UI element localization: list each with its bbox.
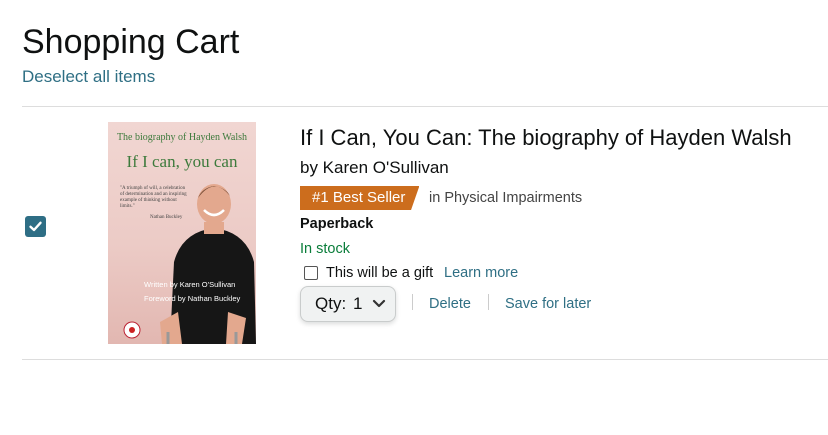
gift-label: This will be a gift — [326, 265, 434, 281]
cover-subtitle: The biography of Hayden Walsh — [116, 132, 248, 143]
chevron-down-icon — [372, 299, 386, 308]
gift-learn-more-link[interactable]: Learn more — [444, 264, 518, 282]
divider-top — [22, 106, 828, 107]
cover-foreword-by: Foreword by Nathan Buckley — [144, 294, 241, 303]
action-separator — [412, 294, 413, 310]
item-title-link[interactable]: If I Can, You Can: The biography of Hayd… — [300, 124, 792, 152]
save-for-later-button[interactable]: Save for later — [505, 295, 591, 313]
page-title: Shopping Cart — [22, 23, 240, 61]
delete-button[interactable]: Delete — [429, 295, 471, 313]
item-select-checkbox[interactable] — [25, 216, 46, 237]
quantity-label: Qty: — [315, 294, 347, 313]
quantity-dropdown[interactable]: Qty: 1 — [300, 286, 396, 322]
divider-bottom — [22, 359, 828, 360]
deselect-all-link[interactable]: Deselect all items — [22, 66, 155, 88]
best-seller-badge: #1 Best Seller — [300, 186, 420, 210]
gift-checkbox[interactable] — [304, 266, 318, 280]
stock-status: In stock — [300, 241, 350, 257]
item-author: by Karen O'Sullivan — [300, 158, 449, 177]
quantity-value: 1 — [353, 294, 363, 313]
cover-quote: "A triumph of will, a celebration of det… — [120, 186, 187, 209]
checkmark-icon — [29, 221, 42, 232]
item-format: Paperback — [300, 216, 374, 232]
book-cover-image[interactable]: The biography of Hayden Walsh If I can, … — [108, 122, 256, 344]
cover-quote-author: Nathan Buckley — [150, 215, 183, 220]
action-separator — [488, 294, 489, 310]
cover-written-by: Written by Karen O'Sullivan — [144, 280, 236, 289]
best-seller-category: in Physical Impairments — [429, 190, 583, 206]
